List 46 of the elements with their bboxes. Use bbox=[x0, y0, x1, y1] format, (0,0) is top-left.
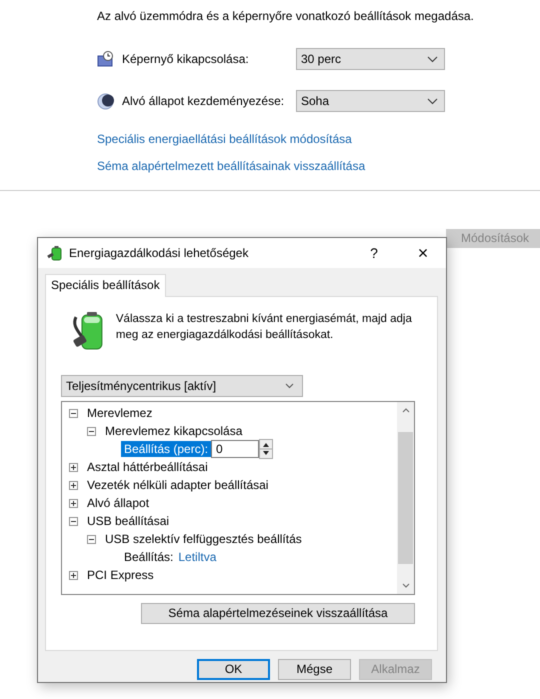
scroll-down-icon[interactable] bbox=[402, 583, 410, 588]
chevron-icon bbox=[427, 56, 438, 62]
tree-item[interactable]: PCI Express bbox=[87, 568, 154, 582]
tree-item[interactable]: Asztal háttérbeállításai bbox=[87, 460, 208, 474]
dropdown[interactable]: 30 perc bbox=[296, 48, 445, 70]
tree-item[interactable]: Alvó állapot bbox=[87, 496, 150, 510]
spin-buttons[interactable] bbox=[259, 439, 274, 459]
tree-item[interactable]: Vezeték nélküli adapter beállításai bbox=[87, 478, 268, 492]
restore-defaults-button[interactable]: Séma alapértelmezéseinek visszaállítása bbox=[141, 603, 415, 624]
expand-toggle[interactable] bbox=[69, 480, 78, 490]
expand-toggle[interactable] bbox=[69, 570, 78, 580]
setting-label: Alvó állapot kezdeményezése: bbox=[122, 94, 286, 108]
collapse-toggle[interactable] bbox=[87, 534, 96, 544]
expand-toggle[interactable] bbox=[69, 462, 78, 472]
setting-value-link[interactable]: Letiltva bbox=[178, 550, 216, 564]
tree-item[interactable]: Merevlemez kikapcsolása bbox=[105, 424, 242, 438]
description-text: Az alvó üzemmódra és a képernyőre vonatkozó beállítások megadása. bbox=[97, 9, 475, 23]
link[interactable]: Séma alapértelmezett beállításainak visszaállítása bbox=[97, 159, 540, 173]
close-button[interactable]: × bbox=[400, 242, 446, 264]
expand-toggle[interactable] bbox=[69, 498, 78, 508]
setting-label: Képernyő kikapcsolása: bbox=[122, 52, 250, 66]
window-title: Energiagazdálkodási lehetőségek bbox=[69, 246, 250, 260]
instruction-text: Válassza ki a testreszabni kívánt energiasémát, majd adja meg az energiagazdálkodási beállításokat. bbox=[116, 312, 413, 343]
setting-label: Beállítás: bbox=[123, 549, 174, 565]
tree-item[interactable]: USB beállításai bbox=[87, 514, 170, 528]
link[interactable]: Speciális energiaellátási beállítások módosítása bbox=[97, 132, 540, 146]
battery-plug-icon bbox=[47, 245, 63, 261]
number-field[interactable]: 0 bbox=[211, 440, 260, 458]
collapse-toggle[interactable] bbox=[69, 516, 78, 526]
collapse-toggle[interactable] bbox=[69, 408, 78, 418]
scrollbar[interactable] bbox=[397, 402, 414, 594]
moon-icon bbox=[97, 92, 114, 110]
tab[interactable]: Speciális beállítások bbox=[45, 274, 166, 297]
tree-item[interactable]: USB szelektív felfüggesztés beállítás bbox=[105, 532, 302, 546]
dialog-button[interactable]: Mégse bbox=[278, 659, 351, 680]
dropdown[interactable]: Soha bbox=[296, 90, 445, 112]
monitor-clock-icon bbox=[97, 50, 114, 68]
plan-dropdown[interactable]: Teljesítménycentrikus [aktív] bbox=[61, 375, 303, 397]
setting-label: Beállítás (perc): bbox=[121, 441, 212, 457]
scroll-up-icon[interactable] bbox=[402, 408, 410, 413]
dialog-button[interactable]: OK bbox=[197, 659, 270, 680]
help-button[interactable]: ? bbox=[354, 245, 394, 261]
chevron-icon bbox=[427, 98, 438, 104]
chevron-icon bbox=[285, 383, 294, 389]
collapse-toggle[interactable] bbox=[87, 426, 96, 436]
tree-item[interactable]: Merevlemez bbox=[87, 406, 152, 420]
